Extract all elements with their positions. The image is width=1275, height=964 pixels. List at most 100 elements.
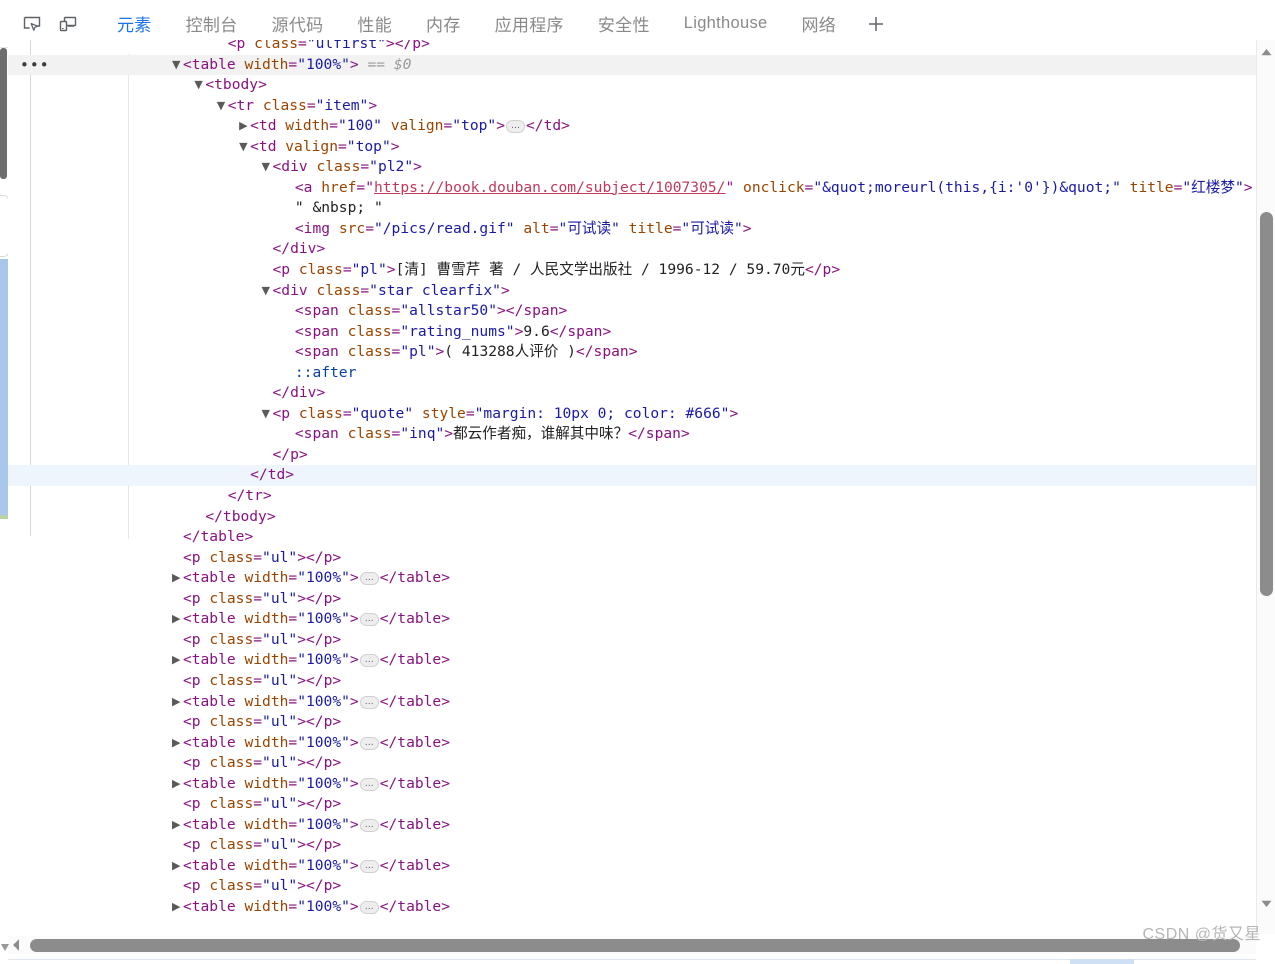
dom-node-row[interactable]: ::after <box>8 363 1256 384</box>
vertical-scrollbar[interactable] <box>1256 40 1275 934</box>
dom-node-row[interactable]: ▶ <table width="100%">… </table> <box>8 815 1256 836</box>
dom-node-row[interactable]: <p class="ul"></p> <box>8 876 1256 897</box>
node-syntax: < <box>182 630 192 648</box>
node-syntax: > <box>332 754 342 772</box>
dom-node-row[interactable]: <p class="ul"></p> <box>8 630 1256 651</box>
node-attribute-name: class <box>200 754 254 772</box>
expand-triangle-down-icon[interactable]: ▼ <box>262 281 273 302</box>
dom-node-row[interactable]: ▶ <table width="100%">… </table> <box>8 897 1256 918</box>
scroll-down-arrow-icon[interactable] <box>1260 896 1273 907</box>
dom-node-row[interactable]: ▶ <td width="100" valign="top">… </td> <box>8 116 1256 137</box>
dom-node-row[interactable]: <p class="ul"></p> <box>8 753 1256 774</box>
expand-triangle-down-icon[interactable]: ▼ <box>172 55 183 76</box>
elements-dom-tree-pane[interactable]: <p class="ulfirst"></p> ••• ▼ <table width=… <box>8 40 1256 934</box>
expand-triangle-down-icon[interactable]: ▼ <box>194 75 205 96</box>
dom-node-row[interactable]: ▼ <tr class="item"> <box>8 96 1256 117</box>
dom-tree[interactable]: <p class="ulfirst"></p> ••• ▼ <table width=… <box>8 40 1256 918</box>
dom-node-row[interactable]: <p class="ulfirst"></p> <box>8 40 1256 55</box>
dom-node-row[interactable]: ••• ▼ <table width="100%"> == $0 <box>8 54 1256 76</box>
dom-node-row[interactable]: ▶ <table width="100%">… </table> <box>8 609 1256 630</box>
dom-node-row[interactable]: ▶ <table width="100%">… </table> <box>8 568 1256 589</box>
node-more-options-icon[interactable]: ••• <box>20 57 50 72</box>
left-scrollbar-highlight[interactable] <box>0 259 8 515</box>
expand-triangle-right-icon[interactable]: ▶ <box>172 897 183 918</box>
node-syntax: > <box>441 856 451 874</box>
node-tag-name: table <box>191 815 236 833</box>
dom-node-row[interactable]: ▶ <table width="100%">… </table> <box>8 650 1256 671</box>
node-syntax: ></ <box>297 671 324 689</box>
dom-node-row[interactable]: <span class="pl">( 413288人评价 )</span> <box>8 342 1256 363</box>
expand-triangle-down-icon[interactable]: ▼ <box>262 404 273 425</box>
node-syntax: = <box>329 117 338 135</box>
dom-node-row[interactable]: <p class="pl">[清] 曹雪芹 著 / 人民文学出版社 / 1996… <box>8 260 1256 281</box>
dom-node-row[interactable]: ▼ <p class="quote" style="margin: 10px 0;… <box>8 404 1256 425</box>
dom-node-row[interactable]: ▼ <div class="pl2"> <box>8 157 1256 178</box>
dom-node-row[interactable]: <p class="ul"></p> <box>8 794 1256 815</box>
page-scroll-down-arrow-icon[interactable] <box>0 940 10 952</box>
dom-node-row[interactable]: <p class="ul"></p> <box>8 589 1256 610</box>
dom-node-row[interactable]: <p class="ul"></p> <box>8 671 1256 692</box>
horizontal-scrollbar[interactable] <box>8 936 1256 954</box>
dom-node-row[interactable]: ▶ <table width="100%">… </table> <box>8 774 1256 795</box>
collapsed-children-badge[interactable]: … <box>359 859 379 873</box>
expand-triangle-right-icon[interactable]: ▶ <box>172 650 183 671</box>
vertical-scrollbar-thumb[interactable] <box>1260 212 1273 596</box>
dom-node-row[interactable]: <span class="inq">都云作者痴，谁解其中味？</span> <box>8 424 1256 445</box>
scroll-up-arrow-icon[interactable] <box>1260 44 1273 56</box>
dom-node-row[interactable]: </td> <box>8 465 1256 487</box>
expand-triangle-down-icon[interactable]: ▼ <box>239 137 250 158</box>
dom-node-row[interactable]: ▼ <div class="star clearfix"> <box>8 281 1256 302</box>
inspect-element-icon[interactable] <box>14 9 50 39</box>
dom-node-row[interactable]: </table> <box>8 527 1256 548</box>
expand-triangle-right-icon[interactable]: ▶ <box>172 609 183 630</box>
dom-node-row[interactable]: ▶ <table width="100%">… </table> <box>8 856 1256 877</box>
dom-node-row[interactable]: <a href="https://book.douban.com/subject… <box>8 178 1256 199</box>
dom-node-row[interactable]: ▼ <tbody> <box>8 75 1256 96</box>
expand-triangle-down-icon[interactable]: ▼ <box>217 96 228 117</box>
node-attribute-link[interactable]: https://book.douban.com/subject/1007305/ <box>374 179 725 196</box>
expand-triangle-right-icon[interactable]: ▶ <box>172 856 183 877</box>
horizontal-scrollbar-thumb[interactable] <box>30 939 1240 952</box>
expand-triangle-right-icon[interactable]: ▶ <box>172 692 183 713</box>
dom-node-row[interactable]: </tr> <box>8 486 1256 507</box>
left-scrollbar-thumb[interactable] <box>0 48 7 179</box>
collapsed-children-badge[interactable]: … <box>359 654 379 668</box>
dom-node-row[interactable]: <span class="allstar50"></span> <box>8 301 1256 322</box>
dom-node-row[interactable]: <img src="/pics/read.gif" alt="可试读" titl… <box>8 219 1256 240</box>
dom-node-row[interactable]: <p class="ul"></p> <box>8 835 1256 856</box>
collapsed-children-badge[interactable]: … <box>359 572 379 586</box>
expand-triangle-right-icon[interactable]: ▶ <box>172 568 183 589</box>
twisty-placeholder <box>172 753 183 774</box>
node-syntax: < <box>182 733 192 751</box>
node-attribute-name: class <box>254 96 307 114</box>
node-pseudo-element: ::after <box>294 363 357 381</box>
collapsed-children-badge[interactable]: … <box>359 613 379 627</box>
collapsed-children-badge[interactable]: … <box>505 120 525 134</box>
expand-triangle-right-icon[interactable]: ▶ <box>239 116 250 137</box>
dom-node-row[interactable]: " &nbsp; " <box>8 198 1256 219</box>
dom-node-row[interactable]: </div> <box>8 239 1256 260</box>
dom-node-row[interactable]: ▼ <td valign="top"> <box>8 137 1256 158</box>
dom-node-row[interactable]: </div> <box>8 383 1256 404</box>
collapsed-children-badge[interactable]: … <box>359 900 379 914</box>
collapsed-children-badge[interactable]: … <box>359 695 379 709</box>
dom-node-row[interactable]: </p> <box>8 445 1256 466</box>
dom-node-row[interactable]: </tbody> <box>8 507 1256 528</box>
tab-label: 元素 <box>117 16 152 35</box>
expand-triangle-right-icon[interactable]: ▶ <box>172 815 183 836</box>
dom-node-row[interactable]: <p class="ul"></p> <box>8 712 1256 733</box>
dom-node-row[interactable]: ▶ <table width="100%">… </table> <box>8 692 1256 713</box>
expand-triangle-right-icon[interactable]: ▶ <box>172 733 183 754</box>
expand-triangle-down-icon[interactable]: ▼ <box>262 157 273 178</box>
node-syntax: < <box>182 692 192 710</box>
device-toolbar-icon[interactable] <box>50 9 86 39</box>
scroll-left-arrow-icon[interactable] <box>11 938 22 952</box>
collapsed-children-badge[interactable]: … <box>359 818 379 832</box>
dom-node-row[interactable]: <span class="rating_nums">9.6</span> <box>8 322 1256 343</box>
collapsed-children-badge[interactable]: … <box>359 777 379 791</box>
expand-triangle-right-icon[interactable]: ▶ <box>172 774 183 795</box>
dom-node-row[interactable]: <p class="ul"></p> <box>8 548 1256 569</box>
dom-node-row[interactable]: ▶ <table width="100%">… </table> <box>8 733 1256 754</box>
twisty-placeholder <box>284 178 295 199</box>
collapsed-children-badge[interactable]: … <box>359 736 379 750</box>
